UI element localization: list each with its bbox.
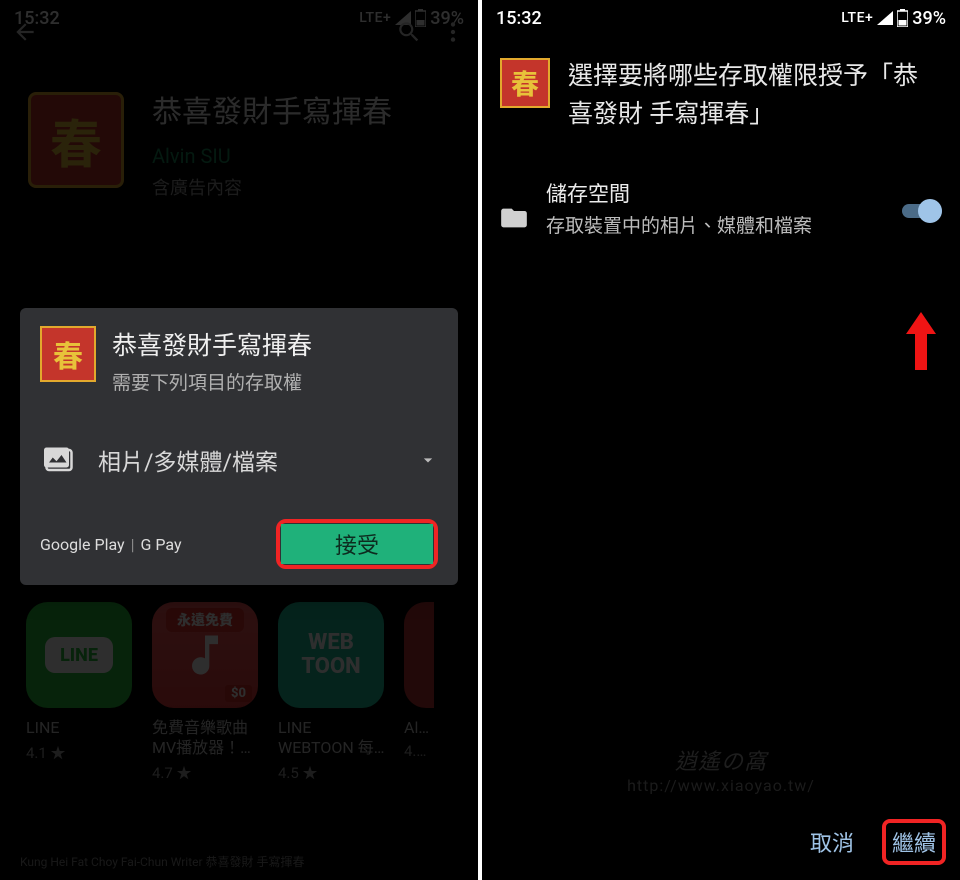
search-icon[interactable] (396, 19, 422, 45)
rec-rating: 4.7 ★ (152, 762, 260, 783)
phone-left: 15:32 LTE+ 39% (0, 0, 478, 880)
permission-row-storage[interactable]: 儲存空間 存取裝置中的相片、媒體和檔案 (500, 178, 942, 240)
continue-highlight: 繼續 (882, 819, 946, 865)
more-icon[interactable] (440, 19, 466, 45)
permission-item[interactable]: 相片/多媒體/檔案 (40, 441, 438, 479)
signal-icon (877, 11, 893, 25)
cancel-button[interactable]: 取消 (796, 818, 868, 866)
accept-highlight: 接受 (276, 519, 438, 569)
continue-button[interactable]: 繼續 (892, 832, 936, 857)
phone-right: 15:32 LTE+ 39% 春 選擇要將哪些存取權限授予「恭喜發財 手寫揮春」 (482, 0, 960, 880)
screen-title: 選擇要將哪些存取權限授予「恭喜發財 手寫揮春」 (568, 58, 942, 134)
rec-app[interactable]: LINE LINE 4.1 ★ (26, 602, 134, 783)
arrow-annotation-icon (906, 312, 936, 370)
app-header: 春 恭喜發財手寫揮春 Alvin SIU 含廣告內容 (0, 64, 478, 210)
battery-label: 39% (912, 8, 946, 29)
rec-name: 免費音樂歌曲MV播放器！… (152, 718, 260, 758)
permission-group-desc: 存取裝置中的相片、媒體和檔案 (546, 212, 884, 240)
rec-app[interactable]: 永遠免費 $0 免費音樂歌曲MV播放器！… 4.7 ★ (152, 602, 260, 783)
app-icon: 春 (500, 58, 550, 108)
dialog-subtitle: 需要下列項目的存取權 (112, 368, 312, 395)
recommendations: LINE LINE 4.1 ★ 永遠免費 $0 免費音樂歌曲MV播放器！… 4.… (0, 602, 478, 783)
dialog-footer-brands: Google Play | G Pay (40, 535, 182, 554)
watermark-name: 逍遙の窩 (482, 744, 960, 776)
rec-thumb: 永遠免費 $0 (152, 602, 258, 708)
watermark-url: http://www.xiaoyao.tw/ (482, 776, 960, 795)
battery-icon (897, 9, 908, 27)
app-title: 恭喜發財手寫揮春 (152, 92, 392, 134)
store-toolbar (0, 0, 478, 64)
rec-rating: 4.… (404, 742, 434, 760)
dialog-title: 恭喜發財手寫揮春 (112, 326, 312, 362)
rec-thumb (404, 602, 434, 708)
permission-label: 相片/多媒體/檔案 (98, 443, 394, 477)
dialog-actions: 取消 繼續 (496, 818, 946, 866)
watermark: 逍遙の窩 http://www.xiaoyao.tw/ (482, 744, 960, 795)
accept-button[interactable]: 接受 (281, 524, 433, 564)
badge-free: 永遠免費 (166, 608, 244, 632)
status-bar: 15:32 LTE+ 39% (482, 0, 960, 36)
rec-name: LINE (26, 718, 134, 738)
rec-rating: 4.1 ★ (26, 742, 134, 763)
rec-thumb: WEB TOON (278, 602, 384, 708)
folder-icon (500, 206, 528, 230)
permission-dialog: 春 恭喜發財手寫揮春 需要下列項目的存取權 相片/多媒體/檔案 Google (20, 308, 458, 585)
ads-label: 含廣告內容 (152, 174, 392, 200)
permission-group-title: 儲存空間 (546, 178, 884, 208)
status-time: 15:32 (496, 8, 542, 29)
app-developer[interactable]: Alvin SIU (152, 144, 392, 168)
back-icon[interactable] (12, 19, 38, 45)
google-play-label: Google Play (40, 535, 125, 554)
rec-name: LINE WEBTOON 每… (278, 718, 386, 758)
bottom-banner: Kung Hei Fat Choy Fai-Chun Writer 恭喜發財 手… (20, 853, 305, 870)
app-icon: 春 (28, 92, 124, 188)
price-badge: $0 (225, 685, 252, 702)
rec-app[interactable]: WEB TOON LINE WEBTOON 每… 4.5 ★ (278, 602, 386, 783)
media-icon (44, 447, 74, 473)
rec-thumb: LINE (26, 602, 132, 708)
google-pay-label: G Pay (141, 535, 182, 554)
chevron-down-icon[interactable] (418, 450, 438, 470)
status-right: LTE+ 39% (841, 8, 946, 29)
rec-thumb-text: LINE (45, 637, 113, 673)
rec-thumb-text: WEB TOON (301, 631, 360, 679)
rec-rating: 4.5 ★ (278, 762, 386, 783)
rec-name: Al… (404, 718, 434, 738)
permission-toggle[interactable] (902, 199, 942, 223)
network-label: LTE+ (841, 10, 873, 26)
rec-app[interactable]: Al… 4.… (404, 602, 434, 783)
dialog-app-icon: 春 (40, 326, 96, 382)
